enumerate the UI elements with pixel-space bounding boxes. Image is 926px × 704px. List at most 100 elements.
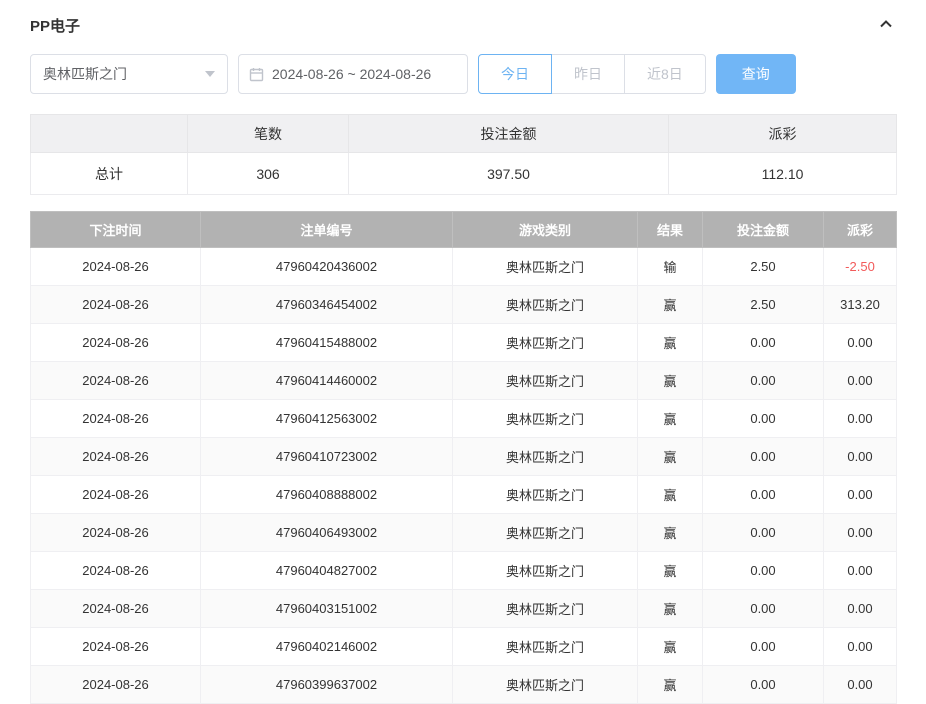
summary-total-row: 总计 306 397.50 112.10 bbox=[31, 153, 897, 195]
table-row: 2024-08-26 47960412563002 奥林匹斯之门 赢 0.00 … bbox=[31, 400, 897, 438]
cell-bet-amount: 2.50 bbox=[703, 248, 824, 286]
cell-bet-date: 2024-08-26 bbox=[31, 552, 201, 590]
cell-payout: 0.00 bbox=[824, 362, 897, 400]
cell-game-type: 奥林匹斯之门 bbox=[453, 552, 638, 590]
cell-order-id: 47960403151002 bbox=[201, 590, 453, 628]
cell-bet-amount: 0.00 bbox=[703, 628, 824, 666]
date-range-value: 2024-08-26 ~ 2024-08-26 bbox=[272, 66, 431, 82]
cell-bet-amount: 0.00 bbox=[703, 552, 824, 590]
cell-payout: 0.00 bbox=[824, 628, 897, 666]
cell-game-type: 奥林匹斯之门 bbox=[453, 324, 638, 362]
cell-game-type: 奥林匹斯之门 bbox=[453, 248, 638, 286]
quick-date-button-group: 今日 昨日 近8日 bbox=[478, 54, 706, 94]
chevron-up-icon bbox=[878, 16, 894, 35]
cell-bet-date: 2024-08-26 bbox=[31, 248, 201, 286]
cell-order-id: 47960402146002 bbox=[201, 628, 453, 666]
cell-result: 赢 bbox=[638, 666, 703, 704]
table-row: 2024-08-26 47960415488002 奥林匹斯之门 赢 0.00 … bbox=[31, 324, 897, 362]
table-row: 2024-08-26 47960346454002 奥林匹斯之门 赢 2.50 … bbox=[31, 286, 897, 324]
cell-game-type: 奥林匹斯之门 bbox=[453, 438, 638, 476]
cell-order-id: 47960420436002 bbox=[201, 248, 453, 286]
cell-result: 赢 bbox=[638, 362, 703, 400]
cell-game-type: 奥林匹斯之门 bbox=[453, 666, 638, 704]
cell-payout: -2.50 bbox=[824, 248, 897, 286]
summary-table: 笔数 投注金额 派彩 总计 306 397.50 112.10 bbox=[30, 114, 897, 195]
cell-bet-date: 2024-08-26 bbox=[31, 324, 201, 362]
col-header-bet-time: 下注时间 bbox=[31, 212, 201, 248]
collapse-panel-button[interactable] bbox=[876, 15, 896, 35]
summary-total-payout: 112.10 bbox=[669, 153, 897, 195]
cell-game-type: 奥林匹斯之门 bbox=[453, 400, 638, 438]
summary-header-count: 笔数 bbox=[188, 115, 349, 153]
col-header-payout: 派彩 bbox=[824, 212, 897, 248]
cell-payout: 0.00 bbox=[824, 476, 897, 514]
bet-table: 下注时间 注单编号 游戏类别 结果 投注金额 派彩 2024-08-26 479… bbox=[30, 211, 897, 704]
cell-order-id: 47960408888002 bbox=[201, 476, 453, 514]
cell-bet-amount: 0.00 bbox=[703, 476, 824, 514]
cell-game-type: 奥林匹斯之门 bbox=[453, 590, 638, 628]
cell-bet-amount: 0.00 bbox=[703, 362, 824, 400]
cell-bet-date: 2024-08-26 bbox=[31, 286, 201, 324]
cell-bet-amount: 0.00 bbox=[703, 514, 824, 552]
cell-bet-date: 2024-08-26 bbox=[31, 590, 201, 628]
cell-bet-amount: 0.00 bbox=[703, 324, 824, 362]
cell-bet-amount: 0.00 bbox=[703, 590, 824, 628]
today-button[interactable]: 今日 bbox=[478, 54, 552, 94]
cell-order-id: 47960415488002 bbox=[201, 324, 453, 362]
table-row: 2024-08-26 47960403151002 奥林匹斯之门 赢 0.00 … bbox=[31, 590, 897, 628]
chevron-down-icon bbox=[205, 71, 215, 77]
cell-order-id: 47960412563002 bbox=[201, 400, 453, 438]
cell-bet-amount: 0.00 bbox=[703, 438, 824, 476]
cell-payout: 0.00 bbox=[824, 400, 897, 438]
summary-header-bet-amount: 投注金额 bbox=[349, 115, 669, 153]
cell-order-id: 47960399637002 bbox=[201, 666, 453, 704]
table-row: 2024-08-26 47960404827002 奥林匹斯之门 赢 0.00 … bbox=[31, 552, 897, 590]
cell-payout: 0.00 bbox=[824, 514, 897, 552]
table-row: 2024-08-26 47960408888002 奥林匹斯之门 赢 0.00 … bbox=[31, 476, 897, 514]
cell-payout: 0.00 bbox=[824, 666, 897, 704]
cell-bet-date: 2024-08-26 bbox=[31, 362, 201, 400]
col-header-order-id: 注单编号 bbox=[201, 212, 453, 248]
pp-games-panel: PP电子 奥林匹斯之门 2024-08-26 ~ 2024-08-26 bbox=[0, 0, 926, 704]
summary-total-label: 总计 bbox=[31, 153, 188, 195]
cell-bet-date: 2024-08-26 bbox=[31, 514, 201, 552]
cell-result: 输 bbox=[638, 248, 703, 286]
table-row: 2024-08-26 47960414460002 奥林匹斯之门 赢 0.00 … bbox=[31, 362, 897, 400]
cell-result: 赢 bbox=[638, 514, 703, 552]
table-row: 2024-08-26 47960402146002 奥林匹斯之门 赢 0.00 … bbox=[31, 628, 897, 666]
cell-bet-amount: 0.00 bbox=[703, 400, 824, 438]
yesterday-button[interactable]: 昨日 bbox=[551, 54, 625, 94]
cell-bet-amount: 0.00 bbox=[703, 666, 824, 704]
cell-bet-date: 2024-08-26 bbox=[31, 476, 201, 514]
bet-table-header-row: 下注时间 注单编号 游戏类别 结果 投注金额 派彩 bbox=[31, 212, 897, 248]
summary-header-blank bbox=[31, 115, 188, 153]
cell-game-type: 奥林匹斯之门 bbox=[453, 514, 638, 552]
table-row: 2024-08-26 47960406493002 奥林匹斯之门 赢 0.00 … bbox=[31, 514, 897, 552]
cell-result: 赢 bbox=[638, 400, 703, 438]
panel-header: PP电子 bbox=[30, 12, 896, 38]
cell-order-id: 47960406493002 bbox=[201, 514, 453, 552]
cell-game-type: 奥林匹斯之门 bbox=[453, 476, 638, 514]
cell-result: 赢 bbox=[638, 552, 703, 590]
summary-header-payout: 派彩 bbox=[669, 115, 897, 153]
summary-total-count: 306 bbox=[188, 153, 349, 195]
game-select[interactable]: 奥林匹斯之门 bbox=[30, 54, 228, 94]
cell-order-id: 47960346454002 bbox=[201, 286, 453, 324]
cell-game-type: 奥林匹斯之门 bbox=[453, 286, 638, 324]
cell-result: 赢 bbox=[638, 476, 703, 514]
table-row: 2024-08-26 47960420436002 奥林匹斯之门 输 2.50 … bbox=[31, 248, 897, 286]
col-header-result: 结果 bbox=[638, 212, 703, 248]
summary-header-row: 笔数 投注金额 派彩 bbox=[31, 115, 897, 153]
bet-table-body: 2024-08-26 47960420436002 奥林匹斯之门 输 2.50 … bbox=[31, 248, 897, 704]
cell-order-id: 47960410723002 bbox=[201, 438, 453, 476]
summary-total-bet-amount: 397.50 bbox=[349, 153, 669, 195]
cell-result: 赢 bbox=[638, 628, 703, 666]
last-8-days-button[interactable]: 近8日 bbox=[624, 54, 706, 94]
col-header-bet-amount: 投注金额 bbox=[703, 212, 824, 248]
cell-game-type: 奥林匹斯之门 bbox=[453, 628, 638, 666]
date-range-input[interactable]: 2024-08-26 ~ 2024-08-26 bbox=[238, 54, 468, 94]
cell-result: 赢 bbox=[638, 438, 703, 476]
cell-order-id: 47960404827002 bbox=[201, 552, 453, 590]
cell-result: 赢 bbox=[638, 590, 703, 628]
search-button[interactable]: 查询 bbox=[716, 54, 796, 94]
